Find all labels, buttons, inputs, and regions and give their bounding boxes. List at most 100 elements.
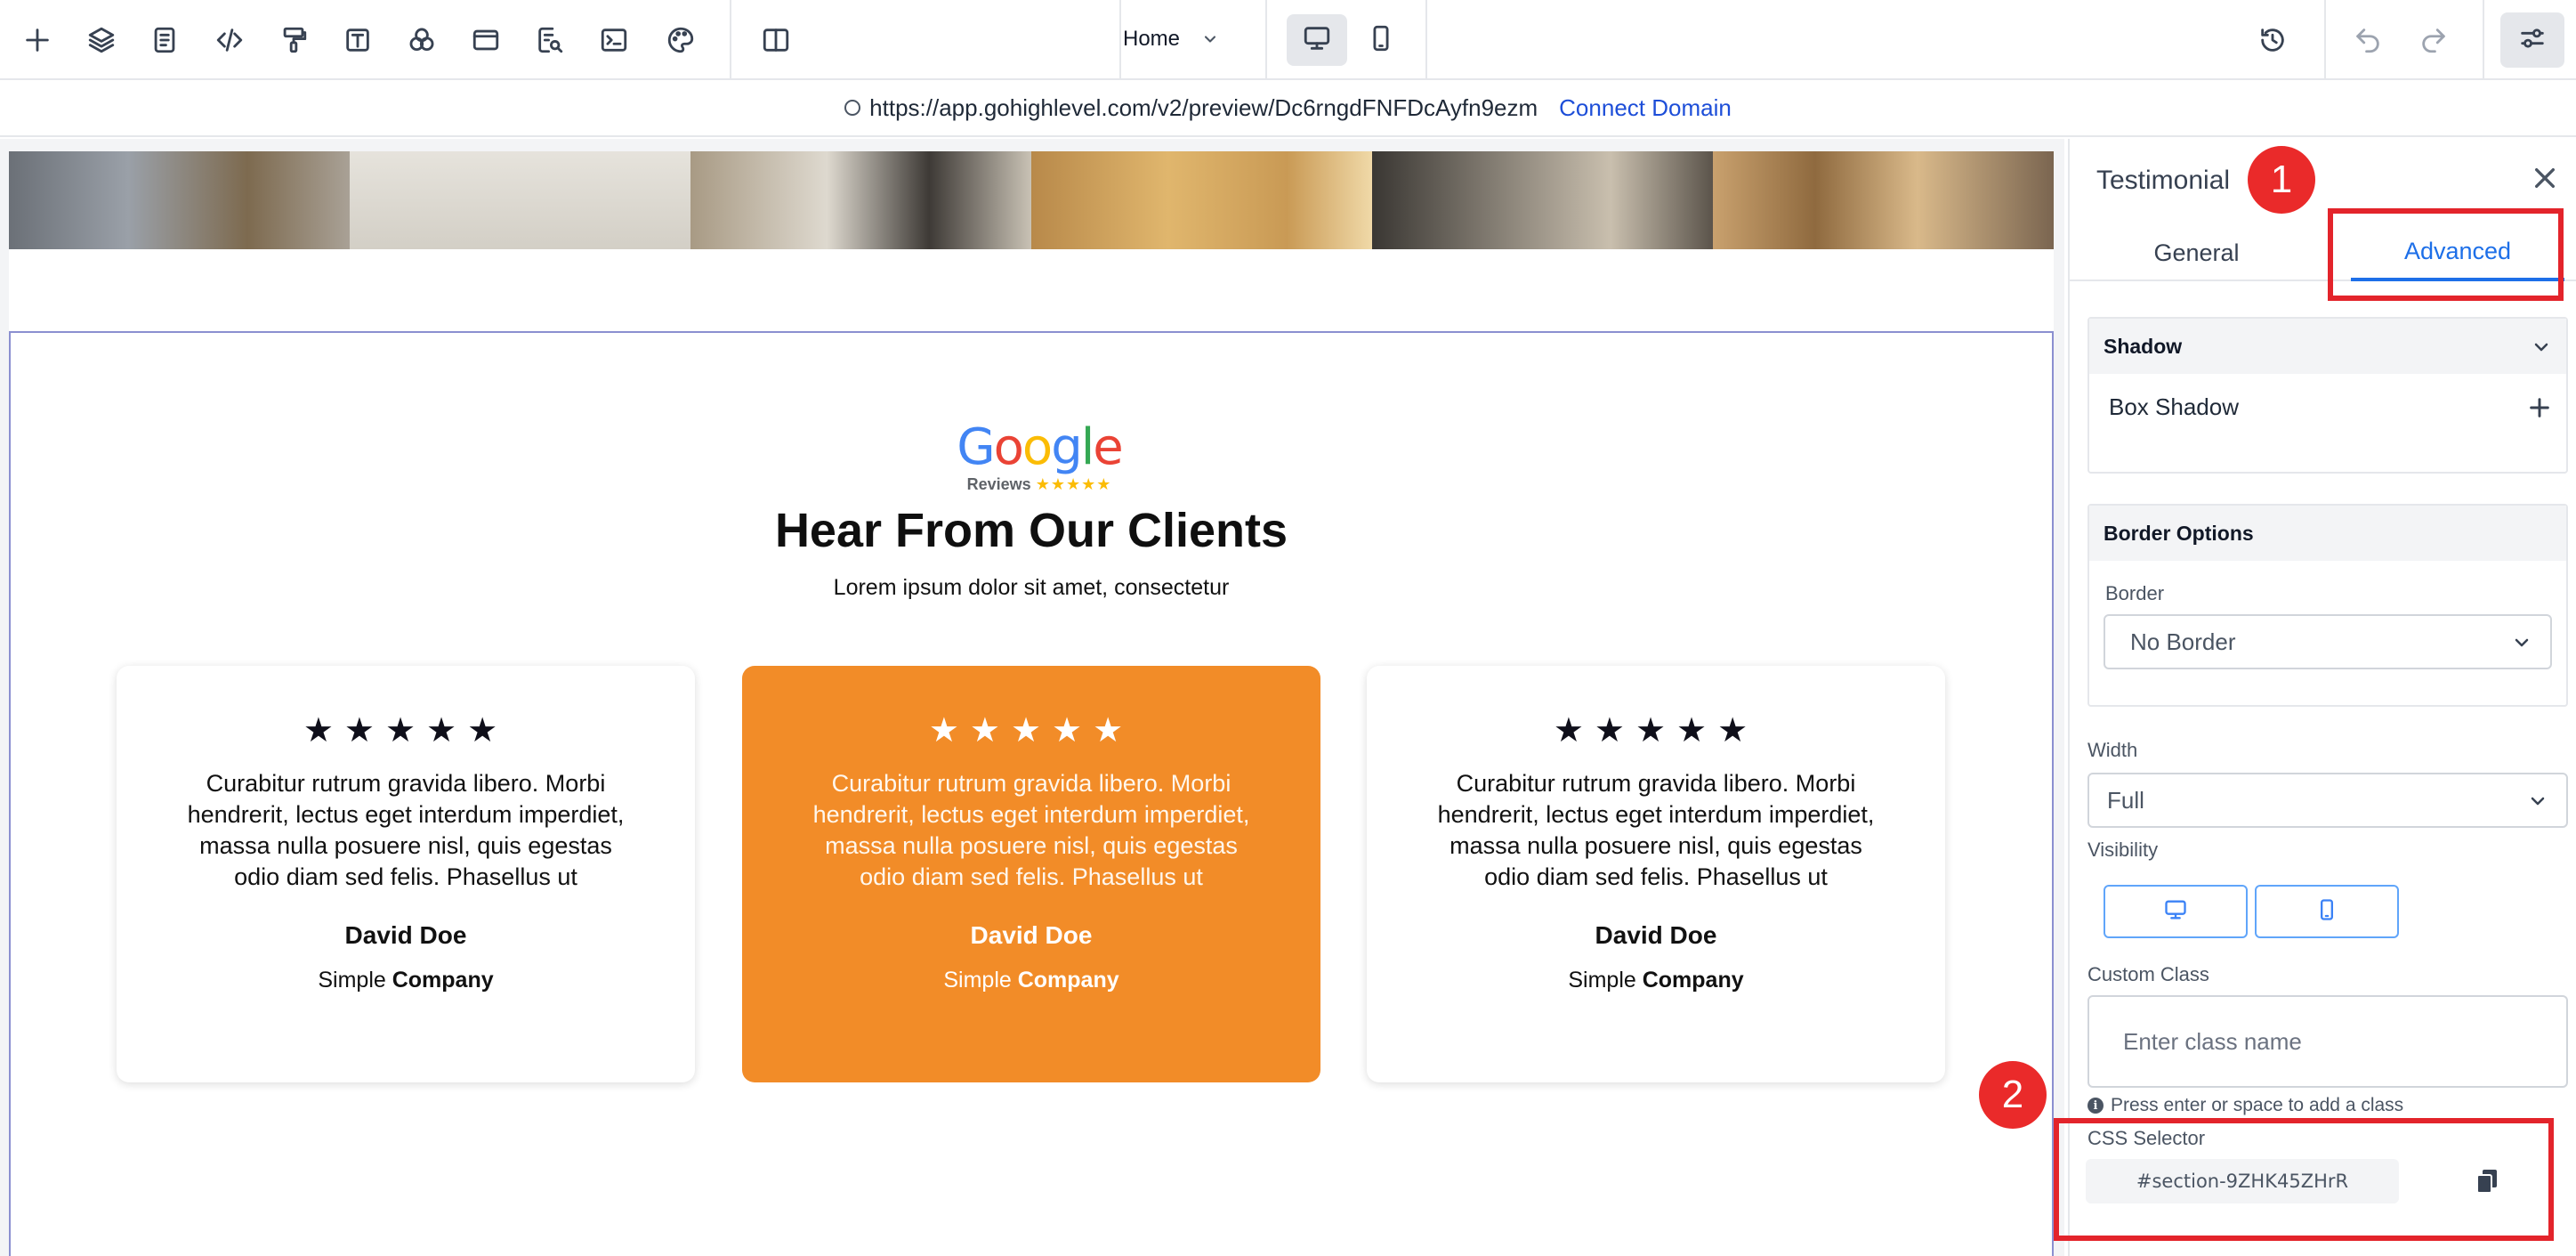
shadow-group: Shadow Box Shadow [2087, 317, 2568, 474]
paint-roller-icon[interactable] [275, 21, 312, 59]
border-select-value: No Border [2130, 628, 2236, 655]
google-reviews-caption: Reviews ★★★★★ [950, 475, 1128, 493]
construction-photo [350, 151, 690, 249]
page-preview: Google Reviews ★★★★★ Hear From Our Clien… [9, 151, 2054, 1256]
box-shadow-label: Box Shadow [2109, 393, 2239, 420]
url-status-icon [844, 100, 861, 116]
shadow-header[interactable]: Shadow [2089, 319, 2566, 374]
page-selector-label: Home [1123, 27, 1181, 51]
mobile-view-button[interactable] [1351, 14, 1411, 66]
construction-photo [690, 151, 1031, 249]
reviews-stars: ★★★★★ [1035, 475, 1112, 493]
testimonial-company: Simple Company [1367, 968, 1945, 993]
testimonial-card-featured[interactable]: ★★★★★ Curabitur rutrum gravida libero. M… [742, 666, 1320, 1082]
info-icon: i [2087, 1098, 2104, 1114]
pages-icon[interactable] [146, 21, 183, 59]
annotation-badge-2: 2 [1979, 1061, 2047, 1129]
testimonial-company: Simple Company [742, 968, 1320, 993]
section-subheading: Lorem ipsum dolor sit amet, consectetur [833, 575, 1230, 600]
testimonial-author: David Doe [1595, 921, 1717, 949]
seo-icon[interactable] [531, 21, 569, 59]
text-icon[interactable] [339, 21, 376, 59]
construction-photo [9, 151, 350, 249]
testimonial-author: David Doe [344, 921, 467, 949]
panel-title: Testimonial [2096, 166, 2231, 195]
company-prefix: Simple [318, 968, 386, 993]
sliders-icon [2517, 23, 2548, 58]
settings-panel: Testimonial General Advanced Shadow Box … [2068, 139, 2576, 1256]
shadow-header-label: Shadow [2104, 334, 2183, 358]
connect-domain-link[interactable]: Connect Domain [1559, 94, 1732, 122]
terminal-icon[interactable] [595, 21, 633, 59]
toolbar-divider [2483, 0, 2484, 78]
toolbar-divider [1425, 0, 1427, 78]
toolbar-divider [730, 0, 731, 78]
width-label: Width [2087, 739, 2138, 761]
border-options-header[interactable]: Border Options [2089, 506, 2566, 561]
mobile-icon [1366, 23, 1396, 58]
chevron-down-icon [2531, 336, 2552, 358]
testimonial-quote: Curabitur rutrum gravida libero. Morbi h… [187, 770, 625, 890]
company-prefix: Simple [943, 968, 1012, 993]
chevron-down-icon [1201, 30, 1219, 48]
tab-general[interactable]: General [2070, 224, 2323, 281]
testimonial-quote: Curabitur rutrum gravida libero. Morbi h… [1437, 770, 1875, 890]
width-select[interactable]: Full [2087, 773, 2568, 828]
split-view-icon[interactable] [757, 21, 795, 59]
border-label: Border [2105, 582, 2165, 604]
history-icon[interactable] [2254, 21, 2291, 59]
border-select[interactable]: No Border [2104, 614, 2552, 669]
palette-icon[interactable] [662, 21, 699, 59]
code-icon[interactable] [211, 21, 248, 59]
rating-stars: ★★★★★ [303, 712, 509, 750]
highlight-css-selector [2054, 1118, 2554, 1241]
testimonial-author: David Doe [970, 921, 1093, 949]
width-select-value: Full [2107, 786, 2144, 814]
page-selector[interactable]: Home [1123, 0, 1239, 78]
chevron-down-icon [2511, 632, 2532, 653]
custom-class-label: Custom Class [2087, 963, 2209, 985]
company-prefix: Simple [1568, 968, 1636, 993]
preview-url[interactable]: https://app.gohighlevel.com/v2/preview/D… [869, 94, 1538, 122]
section-icon[interactable] [467, 21, 505, 59]
annotation-badge-1: 1 [2248, 146, 2315, 214]
add-box-shadow-icon[interactable] [2527, 395, 2552, 420]
construction-photo [1713, 151, 2054, 249]
testimonial-card[interactable]: ★★★★★ Curabitur rutrum gravida libero. M… [1367, 666, 1945, 1082]
custom-class-hint-text: Press enter or space to add a class [2111, 1095, 2404, 1115]
settings-button[interactable] [2500, 12, 2564, 68]
chevron-down-icon [2527, 790, 2548, 812]
desktop-icon [1302, 23, 1332, 58]
custom-class-hint: i Press enter or space to add a class [2087, 1095, 2403, 1116]
testimonial-card[interactable]: ★★★★★ Curabitur rutrum gravida libero. M… [117, 666, 695, 1082]
highlight-advanced-tab [2328, 208, 2564, 301]
testimonial-quote: Curabitur rutrum gravida libero. Morbi h… [812, 770, 1250, 890]
desktop-view-button[interactable] [1287, 14, 1347, 66]
layers-icon[interactable] [83, 21, 120, 59]
rating-stars: ★★★★★ [1553, 712, 1759, 750]
google-wordmark: Google [957, 418, 1124, 476]
construction-photo [1031, 151, 1372, 249]
visibility-desktop-toggle[interactable] [2104, 885, 2248, 938]
visibility-mobile-toggle[interactable] [2255, 885, 2399, 938]
elements-icon[interactable] [403, 21, 440, 59]
visibility-label: Visibility [2087, 839, 2159, 861]
top-toolbar: Home [0, 0, 2576, 80]
company-name: Company [1642, 968, 1744, 993]
redo-icon[interactable] [2415, 21, 2452, 59]
construction-photo [1372, 151, 1713, 249]
custom-class-input[interactable]: Enter class name [2087, 995, 2568, 1088]
company-name: Company [392, 968, 494, 993]
mobile-icon [2314, 897, 2339, 927]
border-options-label: Border Options [2104, 521, 2254, 545]
toolbar-divider [1119, 0, 1121, 78]
plus-icon[interactable] [19, 21, 56, 59]
reviews-label: Reviews [966, 475, 1031, 493]
close-icon[interactable] [2531, 164, 2559, 192]
editor-canvas: Google Reviews ★★★★★ Hear From Our Clien… [0, 139, 2064, 1256]
photo-strip [9, 151, 2054, 249]
desktop-icon [2163, 897, 2188, 927]
company-name: Company [1017, 968, 1119, 993]
undo-icon[interactable] [2349, 21, 2386, 59]
toolbar-divider [1265, 0, 1267, 78]
